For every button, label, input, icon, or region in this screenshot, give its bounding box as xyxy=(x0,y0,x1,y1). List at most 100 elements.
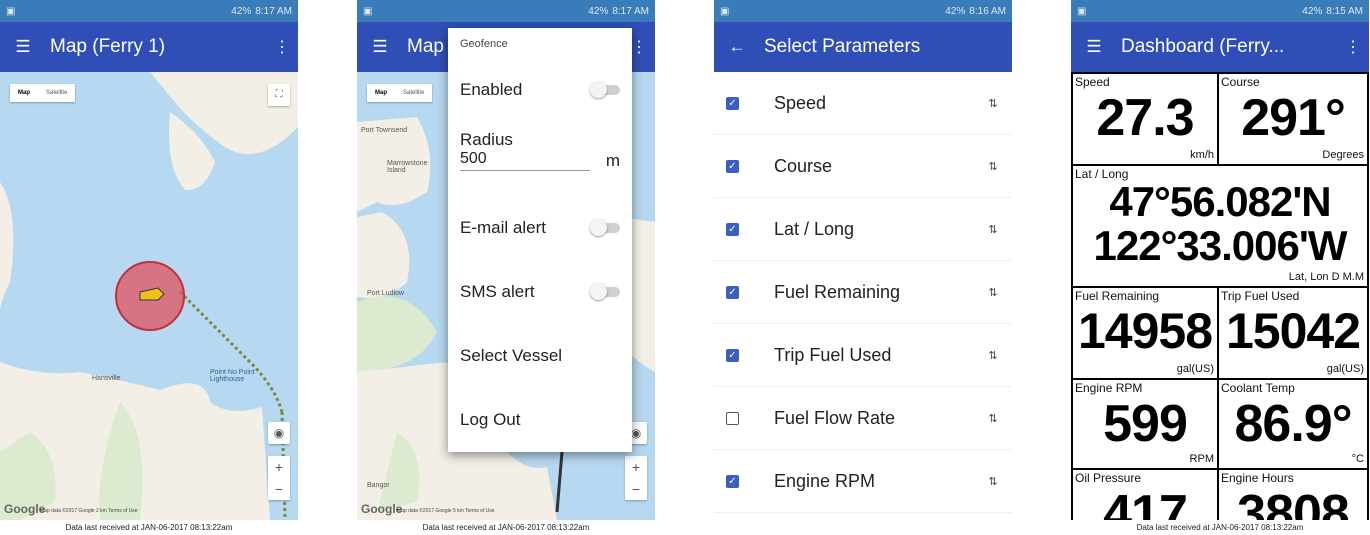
status-bar: ▣ 42% 8:16 AM xyxy=(714,0,1012,22)
gauge-label: Fuel Remaining xyxy=(1075,289,1160,303)
gauge-coolant-temp[interactable]: Coolant Temp 86.9° °C xyxy=(1219,380,1367,468)
radius-unit: m xyxy=(605,151,620,170)
page-title: Dashboard (Ferry... xyxy=(1121,36,1285,57)
gauge-lat-long[interactable]: Lat / Long 47°56.082'N 122°33.006'W Lat,… xyxy=(1073,166,1367,286)
menu-item-log-out[interactable]: Log Out xyxy=(448,388,632,452)
parameter-row[interactable]: ✓ Trip Fuel Used ⇅ xyxy=(714,324,1012,387)
status-bar: ▣ 42% 8:15 AM xyxy=(1071,0,1369,22)
hamburger-icon[interactable]: ☰ xyxy=(10,37,36,57)
geofence-header: Geofence xyxy=(460,38,508,50)
app-bar: ← Select Parameters xyxy=(714,22,1012,72)
menu-item-sms-alert[interactable]: SMS alert xyxy=(448,260,632,324)
menu-item-select-vessel[interactable]: Select Vessel xyxy=(448,324,632,388)
data-timestamp: Data last received at JAN-06-2017 08:13:… xyxy=(357,520,655,535)
reorder-icon[interactable]: ⇅ xyxy=(986,160,1000,173)
notification-icon: ▣ xyxy=(363,5,373,17)
data-timestamp: Data last received at JAN-06-2017 08:13:… xyxy=(1071,520,1369,535)
screen-map: ▣ 42% 8:17 AM ☰ Map (Ferry 1) ⋮ Map Satel… xyxy=(0,0,298,535)
gauge-course[interactable]: Course 291° Degrees xyxy=(1219,74,1367,164)
reorder-icon[interactable]: ⇅ xyxy=(986,286,1000,299)
zoom-in-button[interactable]: + xyxy=(268,456,290,478)
parameter-label: Engine RPM xyxy=(774,470,876,491)
parameter-row[interactable]: ✓ Speed ⇅ xyxy=(714,72,1012,135)
zoom-in-button[interactable]: + xyxy=(625,456,647,478)
menu-item-enabled[interactable]: Enabled xyxy=(448,58,632,122)
zoom-control[interactable]: + − xyxy=(625,456,647,500)
battery-level: 42% xyxy=(231,5,252,17)
checkbox-unchecked[interactable] xyxy=(726,411,739,425)
gauge-value: 27.3 xyxy=(1096,89,1194,147)
parameter-label: Trip Fuel Used xyxy=(774,344,892,365)
gauge-speed[interactable]: Speed 27.3 km/h xyxy=(1073,74,1217,164)
notification-icon: ▣ xyxy=(6,5,16,17)
map-place-label: Point No Point Lighthouse xyxy=(210,369,255,383)
sms-alert-toggle[interactable] xyxy=(590,283,620,300)
app-bar: ☰ Dashboard (Ferry... ⋮ xyxy=(1071,22,1369,72)
map-type-toggle[interactable]: Map Satellite xyxy=(10,84,76,102)
hamburger-icon[interactable]: ☰ xyxy=(367,37,393,57)
parameter-row[interactable]: Fuel Flow Rate ⇅ xyxy=(714,387,1012,450)
checkbox-checked[interactable]: ✓ xyxy=(726,159,739,173)
gauge-engine-hours[interactable]: Engine Hours 3808 xyxy=(1219,470,1367,523)
zoom-control[interactable]: + − xyxy=(268,456,290,500)
hamburger-icon[interactable]: ☰ xyxy=(1081,37,1107,57)
menu-item-email-alert[interactable]: E-mail alert xyxy=(448,196,632,260)
reorder-icon[interactable]: ⇅ xyxy=(986,475,1000,488)
parameter-row[interactable]: ✓ Course ⇅ xyxy=(714,135,1012,198)
dashboard-grid: Speed 27.3 km/h Course 291° Degrees Lat … xyxy=(1071,72,1369,523)
map-canvas xyxy=(0,72,298,520)
parameter-label: Fuel Flow Rate xyxy=(774,407,896,428)
screen-dashboard: ▣ 42% 8:15 AM ☰ Dashboard (Ferry... ⋮ Spe… xyxy=(1071,0,1369,535)
checkbox-checked[interactable]: ✓ xyxy=(726,348,739,362)
clock: 8:16 AM xyxy=(969,5,1006,17)
back-arrow-icon[interactable]: ← xyxy=(724,37,750,57)
checkbox-checked[interactable]: ✓ xyxy=(726,474,739,488)
sms-alert-label: SMS alert xyxy=(460,282,535,301)
parameter-row[interactable]: ✓ Engine RPM ⇅ xyxy=(714,450,1012,513)
notification-icon: ▣ xyxy=(720,5,730,17)
reorder-icon[interactable]: ⇅ xyxy=(986,349,1000,362)
checkbox-checked[interactable]: ✓ xyxy=(726,222,739,236)
gauge-trip-fuel-used[interactable]: Trip Fuel Used 15042 gal(US) xyxy=(1219,288,1367,378)
reorder-icon[interactable]: ⇅ xyxy=(986,97,1000,110)
radius-input[interactable]: 500 xyxy=(460,150,590,171)
gauge-value: 417 xyxy=(1103,485,1188,523)
page-title: Map (Ferry 1) xyxy=(50,36,166,57)
parameter-row[interactable]: ✓ Fuel Remaining ⇅ xyxy=(714,261,1012,324)
map-type-map[interactable]: Map xyxy=(10,84,38,102)
parameter-row[interactable]: ✓ Lat / Long ⇅ xyxy=(714,198,1012,261)
data-timestamp: Data last received at JAN-06-2017 08:13:… xyxy=(0,520,298,535)
gauge-unit: Degrees xyxy=(1322,149,1364,161)
gauge-value: 3808 xyxy=(1237,485,1350,523)
parameter-label: Lat / Long xyxy=(774,218,855,239)
enabled-label: Enabled xyxy=(460,80,523,99)
enabled-toggle[interactable] xyxy=(590,81,620,98)
overflow-icon[interactable]: ⋮ xyxy=(274,37,290,57)
checkbox-checked[interactable]: ✓ xyxy=(726,96,739,110)
map-type-satellite[interactable]: Satellite xyxy=(395,84,432,102)
map-type-satellite[interactable]: Satellite xyxy=(38,84,75,102)
zoom-out-button[interactable]: − xyxy=(625,478,647,500)
reorder-icon[interactable]: ⇅ xyxy=(986,223,1000,236)
gauge-fuel-remaining[interactable]: Fuel Remaining 14958 gal(US) xyxy=(1073,288,1217,378)
options-menu: Geofence Enabled Radius 500 m E-mail ale… xyxy=(448,28,632,452)
fullscreen-icon[interactable]: ⛶ xyxy=(268,84,290,106)
overflow-icon[interactable]: ⋮ xyxy=(1345,37,1361,57)
gauge-unit: Lat, Lon D M.M xyxy=(1288,271,1364,283)
gauge-label: Oil Pressure xyxy=(1075,471,1142,485)
map-type-map[interactable]: Map xyxy=(367,84,395,102)
zoom-out-button[interactable]: − xyxy=(268,478,290,500)
email-alert-toggle[interactable] xyxy=(590,219,620,236)
gauge-unit: km/h xyxy=(1190,149,1214,161)
parameter-label: Course xyxy=(774,155,833,176)
map-attribution: Map data ©2017 Google 5 km Terms of Use xyxy=(397,508,495,514)
overflow-icon[interactable]: ⋮ xyxy=(631,37,647,57)
reorder-icon[interactable]: ⇅ xyxy=(986,412,1000,425)
map-type-toggle[interactable]: Map Satellite xyxy=(367,84,433,102)
checkbox-checked[interactable]: ✓ xyxy=(726,285,739,299)
battery-level: 42% xyxy=(1302,5,1323,17)
gauge-engine-rpm[interactable]: Engine RPM 599 RPM xyxy=(1073,380,1217,468)
map-view[interactable]: Map Satellite ⛶ Hansville Point No Point… xyxy=(0,72,298,520)
gauge-oil-pressure[interactable]: Oil Pressure 417 xyxy=(1073,470,1217,523)
my-location-icon[interactable]: ◉ xyxy=(268,422,290,444)
